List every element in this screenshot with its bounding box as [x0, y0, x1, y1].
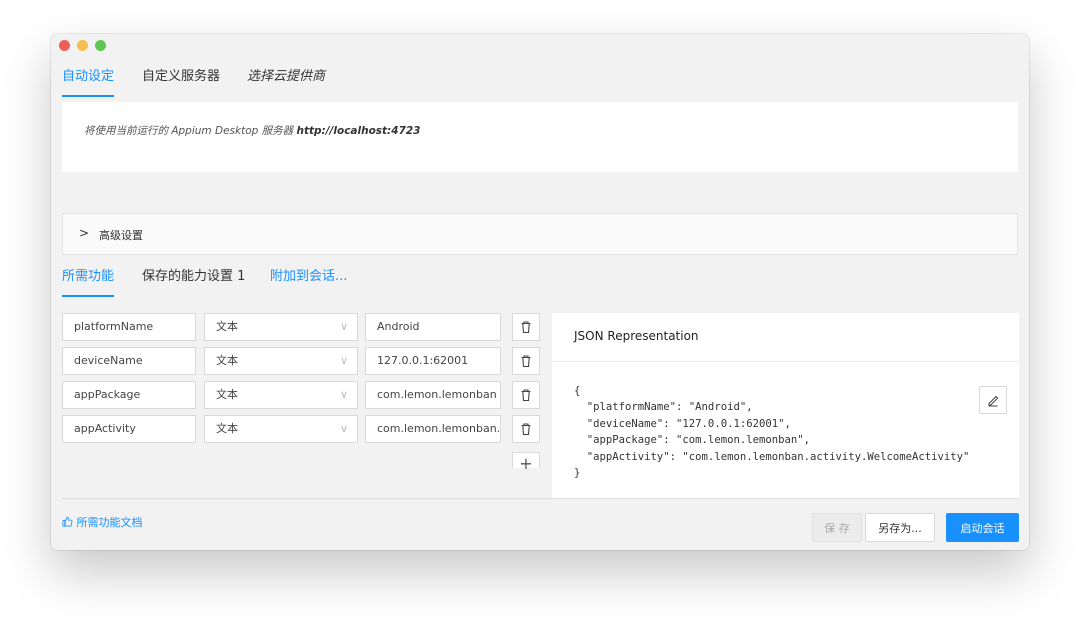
capability-value-input[interactable]: com.lemon.lemonban — [365, 381, 501, 409]
delete-capability-button[interactable] — [512, 415, 540, 443]
capability-type-select[interactable]: 文本 ∨ — [204, 381, 358, 409]
capabilities-docs-link[interactable]: 所需功能文档 — [62, 514, 143, 530]
json-code: { "platformName": "Android", "deviceName… — [574, 385, 970, 480]
capability-type-value: 文本 — [216, 354, 238, 367]
capability-type-select[interactable]: 文本 ∨ — [204, 313, 358, 341]
json-panel-title: JSON Representation — [574, 329, 699, 343]
tab-saved-capability-set[interactable]: 保存的能力设置 1 — [142, 268, 245, 286]
capability-value-input[interactable]: com.lemon.lemonban.a — [365, 415, 501, 443]
chevron-down-icon: ∨ — [339, 320, 348, 333]
footer-divider — [62, 498, 1018, 499]
tab-custom-server[interactable]: 自定义服务器 — [142, 68, 220, 86]
server-info-panel: 将使用当前运行的 Appium Desktop 服务器 http://local… — [62, 102, 1018, 172]
active-cap-tab-indicator — [62, 295, 114, 297]
server-info-prefix: 将使用当前运行的 Appium Desktop 服务器 — [84, 125, 294, 137]
capability-name-input[interactable]: platformName — [62, 313, 196, 341]
app-window: 自动设定 自定义服务器 选择云提供商 将使用当前运行的 Appium Deskt… — [51, 34, 1029, 550]
capability-name-input[interactable]: appActivity — [62, 415, 196, 443]
close-window-button[interactable] — [59, 40, 70, 51]
capability-type-select[interactable]: 文本 ∨ — [204, 415, 358, 443]
save-as-button[interactable]: 另存为... — [865, 513, 935, 542]
chevron-down-icon: ∨ — [339, 354, 348, 367]
trash-icon — [521, 321, 531, 334]
delete-capability-button[interactable] — [512, 347, 540, 375]
edit-json-button[interactable] — [979, 386, 1007, 414]
capability-type-value: 文本 — [216, 320, 238, 333]
start-session-button[interactable]: 启动会话 — [946, 513, 1019, 542]
active-tab-indicator — [62, 95, 114, 97]
capability-name-input[interactable]: deviceName — [62, 347, 196, 375]
server-url: http://localhost:4723 — [296, 125, 421, 137]
capability-type-value: 文本 — [216, 388, 238, 401]
advanced-settings-collapse[interactable]: > 高级设置 — [62, 213, 1018, 255]
delete-capability-button[interactable] — [512, 313, 540, 341]
tab-cloud-provider[interactable]: 选择云提供商 — [247, 68, 325, 86]
trash-icon — [521, 389, 531, 402]
capability-value-input[interactable]: 127.0.0.1:62001 — [365, 347, 501, 375]
capability-type-value: 文本 — [216, 422, 238, 435]
capability-type-select[interactable]: 文本 ∨ — [204, 347, 358, 375]
json-representation-panel: JSON Representation { "platformName": "A… — [552, 313, 1019, 499]
thumbs-up-icon — [62, 516, 73, 527]
server-info-text: 将使用当前运行的 Appium Desktop 服务器 http://local… — [84, 123, 421, 138]
plus-icon: + — [519, 454, 533, 473]
add-capability-button[interactable]: + — [512, 452, 540, 473]
trash-icon — [521, 423, 531, 436]
save-button[interactable]: 保 存 — [812, 513, 862, 542]
tab-automatic-server[interactable]: 自动设定 — [62, 68, 114, 86]
tab-desired-capabilities[interactable]: 所需功能 — [62, 268, 114, 286]
advanced-settings-label: 高级设置 — [99, 229, 143, 242]
pencil-icon — [988, 395, 999, 407]
json-panel-divider — [552, 361, 1019, 362]
tab-attach-to-session[interactable]: 附加到会话... — [270, 268, 347, 286]
trash-icon — [521, 355, 531, 368]
minimize-window-button[interactable] — [77, 40, 88, 51]
capabilities-docs-label: 所需功能文档 — [76, 516, 143, 529]
delete-capability-button[interactable] — [512, 381, 540, 409]
capability-value-input[interactable]: Android — [365, 313, 501, 341]
chevron-down-icon: ∨ — [339, 388, 348, 401]
chevron-right-icon: > — [79, 226, 90, 240]
maximize-window-button[interactable] — [95, 40, 106, 51]
capability-name-input[interactable]: appPackage — [62, 381, 196, 409]
chevron-down-icon: ∨ — [339, 422, 348, 435]
